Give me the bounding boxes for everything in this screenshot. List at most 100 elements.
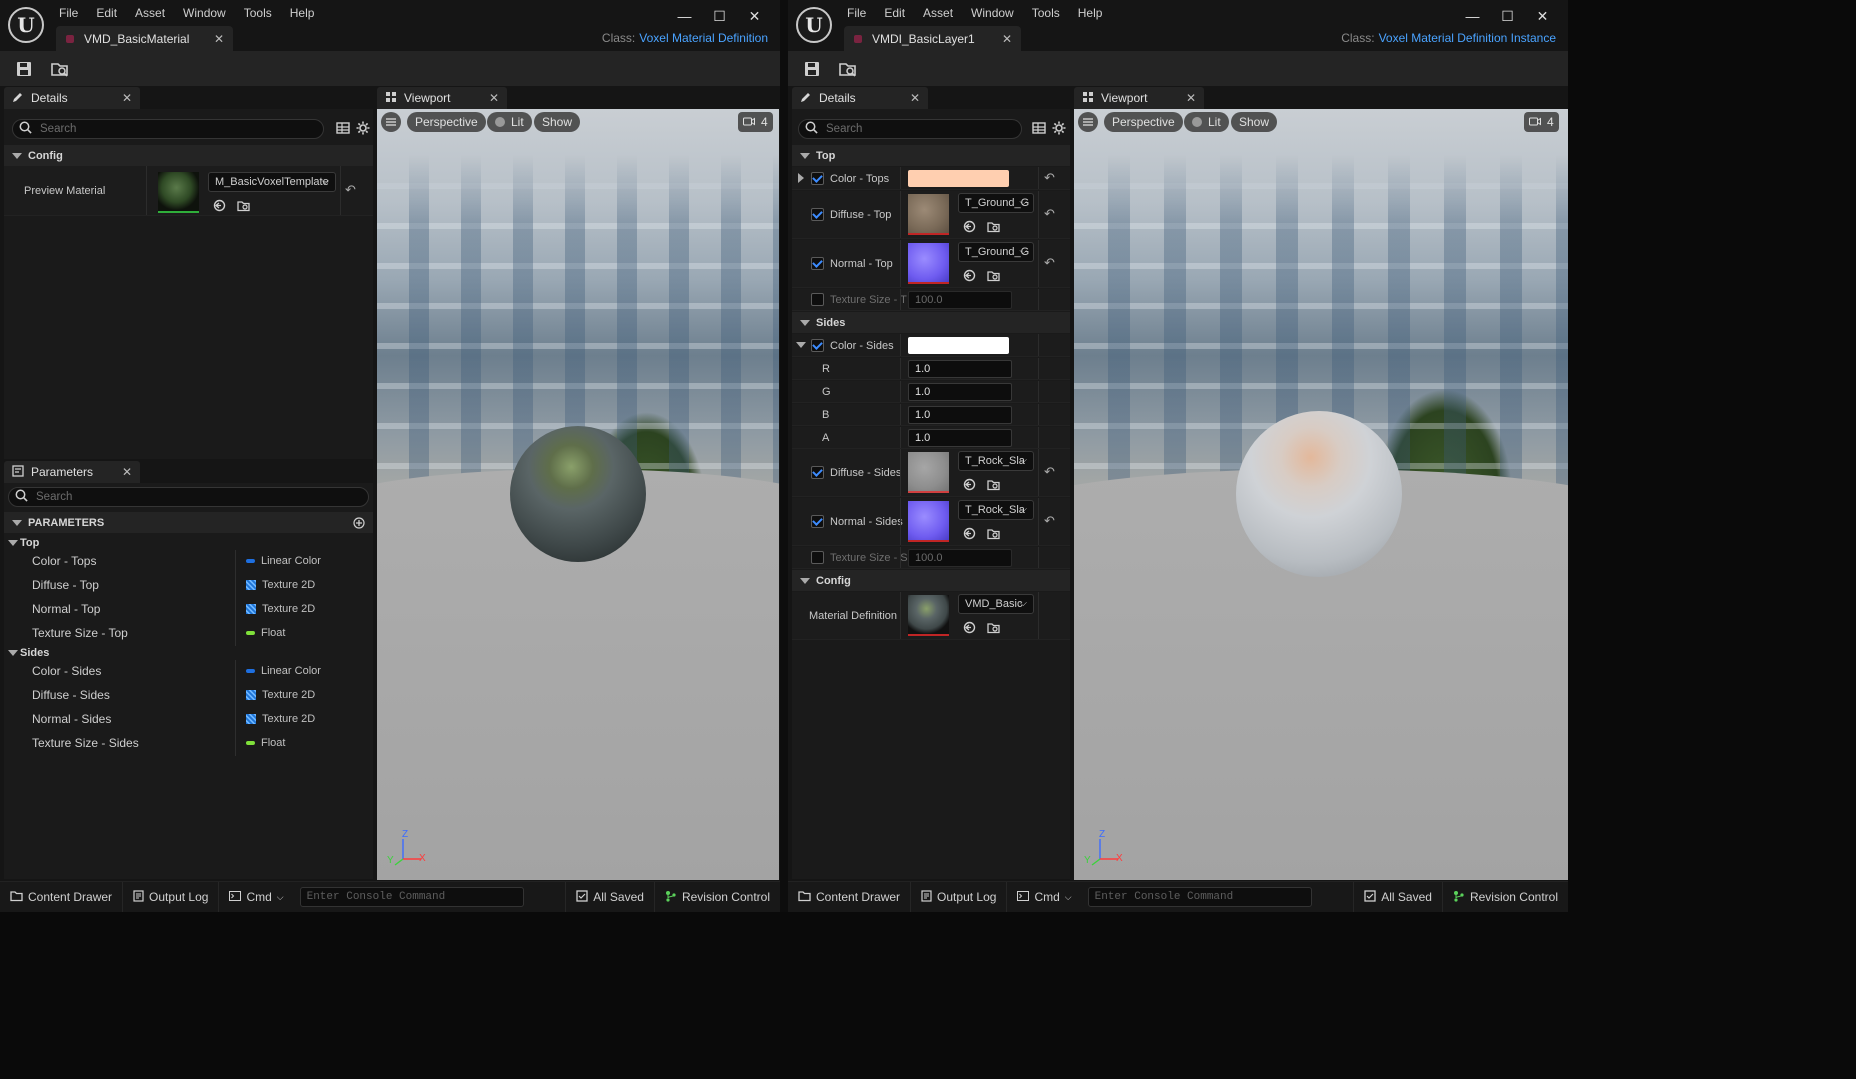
normal-top-combo[interactable]: T_Ground_G ⌵ <box>958 242 1034 262</box>
config-section-header[interactable]: Config <box>792 570 1070 591</box>
use-selected-icon[interactable] <box>962 219 976 233</box>
console-command-input[interactable] <box>1094 891 1311 903</box>
texture-size-sides-input[interactable]: 100.0 <box>908 549 1012 567</box>
minimize-icon[interactable]: — <box>1455 8 1490 25</box>
param-row[interactable]: Texture Size - Sides Float <box>4 732 373 756</box>
all-saved-button[interactable]: All Saved <box>1353 882 1443 912</box>
menu-edit[interactable]: Edit <box>87 5 126 21</box>
reset-to-default-icon[interactable]: ↶ <box>1044 206 1055 222</box>
unreal-logo-icon[interactable]: U <box>8 7 44 43</box>
diffuse-sides-thumbnail[interactable] <box>908 452 949 493</box>
browse-asset-icon[interactable] <box>838 59 858 79</box>
diffuse-top-combo[interactable]: T_Ground_G ⌵ <box>958 193 1034 213</box>
tab-viewport[interactable]: Viewport ✕ <box>377 87 507 109</box>
browse-icon[interactable] <box>986 477 1000 491</box>
param-row[interactable]: Normal - Top Texture 2D <box>4 598 373 622</box>
collapse-icon[interactable] <box>796 342 806 348</box>
sides-section-header[interactable]: Sides <box>792 312 1070 333</box>
camera-speed-button[interactable]: 4 <box>738 112 773 132</box>
texture-size-sides-checkbox[interactable] <box>811 551 824 564</box>
use-selected-icon[interactable] <box>962 620 976 634</box>
cmd-dropdown[interactable]: Cmd ⌵ <box>1007 882 1081 912</box>
color-tops-swatch[interactable] <box>908 170 1009 187</box>
menu-asset[interactable]: Asset <box>914 5 962 21</box>
close-icon[interactable]: ✕ <box>214 32 224 46</box>
gear-icon[interactable] <box>1052 121 1066 138</box>
camera-speed-button[interactable]: 4 <box>1524 112 1559 132</box>
menu-file[interactable]: File <box>838 5 875 21</box>
menu-help[interactable]: Help <box>281 5 324 21</box>
browse-icon[interactable] <box>986 620 1000 634</box>
normal-top-checkbox[interactable] <box>811 257 824 270</box>
close-window-icon[interactable]: ✕ <box>737 8 772 25</box>
close-icon[interactable]: ✕ <box>1002 32 1012 46</box>
reset-to-default-icon[interactable]: ↶ <box>1044 255 1055 271</box>
channel-a-input[interactable]: 1.0 <box>908 429 1012 447</box>
add-parameter-icon[interactable] <box>353 517 365 532</box>
top-section-header[interactable]: Top <box>792 145 1070 166</box>
viewport-menu-button[interactable] <box>1078 112 1098 132</box>
close-icon[interactable]: ✕ <box>910 91 920 105</box>
use-selected-icon[interactable] <box>962 526 976 540</box>
maximize-icon[interactable]: ☐ <box>1490 8 1525 25</box>
menu-help[interactable]: Help <box>1069 5 1112 21</box>
viewport-canvas[interactable]: Perspective Lit Show 4 Z X Y <box>377 109 779 880</box>
param-row[interactable]: Normal - Sides Texture 2D <box>4 708 373 732</box>
parameters-header[interactable]: PARAMETERS <box>4 512 373 533</box>
menu-edit[interactable]: Edit <box>875 5 914 21</box>
viewport-canvas[interactable]: Perspective Lit Show 4 Z X Y <box>1074 109 1568 880</box>
normal-top-thumbnail[interactable] <box>908 243 949 284</box>
channel-g-input[interactable]: 1.0 <box>908 383 1012 401</box>
details-search-input[interactable] <box>40 123 323 135</box>
tab-parameters[interactable]: Parameters ✕ <box>4 461 140 483</box>
diffuse-sides-combo[interactable]: T_Rock_Sla ⌵ <box>958 451 1034 471</box>
save-icon[interactable] <box>802 59 822 79</box>
details-search[interactable] <box>12 119 324 139</box>
tab-details[interactable]: Details ✕ <box>4 87 140 109</box>
close-window-icon[interactable]: ✕ <box>1525 8 1560 25</box>
expand-icon[interactable] <box>798 173 804 183</box>
maximize-icon[interactable]: ☐ <box>702 8 737 25</box>
close-icon[interactable]: ✕ <box>489 91 499 105</box>
details-search[interactable] <box>798 119 1022 139</box>
console-command-field[interactable] <box>1087 887 1312 907</box>
channel-r-input[interactable]: 1.0 <box>908 360 1012 378</box>
use-selected-icon[interactable] <box>962 268 976 282</box>
browse-asset-icon[interactable] <box>50 59 70 79</box>
tab-details[interactable]: Details ✕ <box>792 87 928 109</box>
menu-window[interactable]: Window <box>174 5 235 21</box>
document-tab[interactable]: VMD_BasicMaterial ✕ <box>56 26 233 51</box>
revision-control-button[interactable]: Revision Control <box>655 882 780 912</box>
preview-material-combo[interactable]: M_BasicVoxelTemplate ⌵ <box>208 172 336 192</box>
diffuse-top-thumbnail[interactable] <box>908 194 949 235</box>
table-view-icon[interactable] <box>336 121 350 138</box>
browse-icon[interactable] <box>986 268 1000 282</box>
reset-to-default-icon[interactable]: ↶ <box>1044 464 1055 480</box>
normal-sides-thumbnail[interactable] <box>908 501 949 542</box>
browse-icon[interactable] <box>236 198 250 212</box>
class-value-link[interactable]: Voxel Material Definition <box>639 31 768 45</box>
normal-sides-checkbox[interactable] <box>811 515 824 528</box>
reset-to-default-icon[interactable]: ↶ <box>1044 513 1055 529</box>
output-log-button[interactable]: Output Log <box>911 882 1008 912</box>
param-row[interactable]: Diffuse - Top Texture 2D <box>4 574 373 598</box>
parameters-search[interactable] <box>8 487 369 507</box>
color-tops-checkbox[interactable] <box>811 172 824 185</box>
unreal-logo-icon[interactable]: U <box>796 7 832 43</box>
material-definition-thumbnail[interactable] <box>908 595 949 636</box>
color-sides-checkbox[interactable] <box>811 339 824 352</box>
show-button[interactable]: Show <box>534 112 581 132</box>
param-row[interactable]: Diffuse - Sides Texture 2D <box>4 684 373 708</box>
preview-material-thumbnail[interactable] <box>158 172 199 213</box>
close-icon[interactable]: ✕ <box>122 91 132 105</box>
tab-viewport[interactable]: Viewport ✕ <box>1074 87 1204 109</box>
minimize-icon[interactable]: — <box>667 8 702 25</box>
perspective-button[interactable]: Perspective <box>1104 112 1183 132</box>
reset-to-default-icon[interactable]: ↶ <box>1044 170 1055 186</box>
class-value-link[interactable]: Voxel Material Definition Instance <box>1379 31 1556 45</box>
content-drawer-button[interactable]: Content Drawer <box>0 882 124 912</box>
details-search-input[interactable] <box>826 123 1021 135</box>
lit-button[interactable]: Lit <box>487 112 532 132</box>
close-icon[interactable]: ✕ <box>1186 91 1196 105</box>
use-selected-icon[interactable] <box>962 477 976 491</box>
